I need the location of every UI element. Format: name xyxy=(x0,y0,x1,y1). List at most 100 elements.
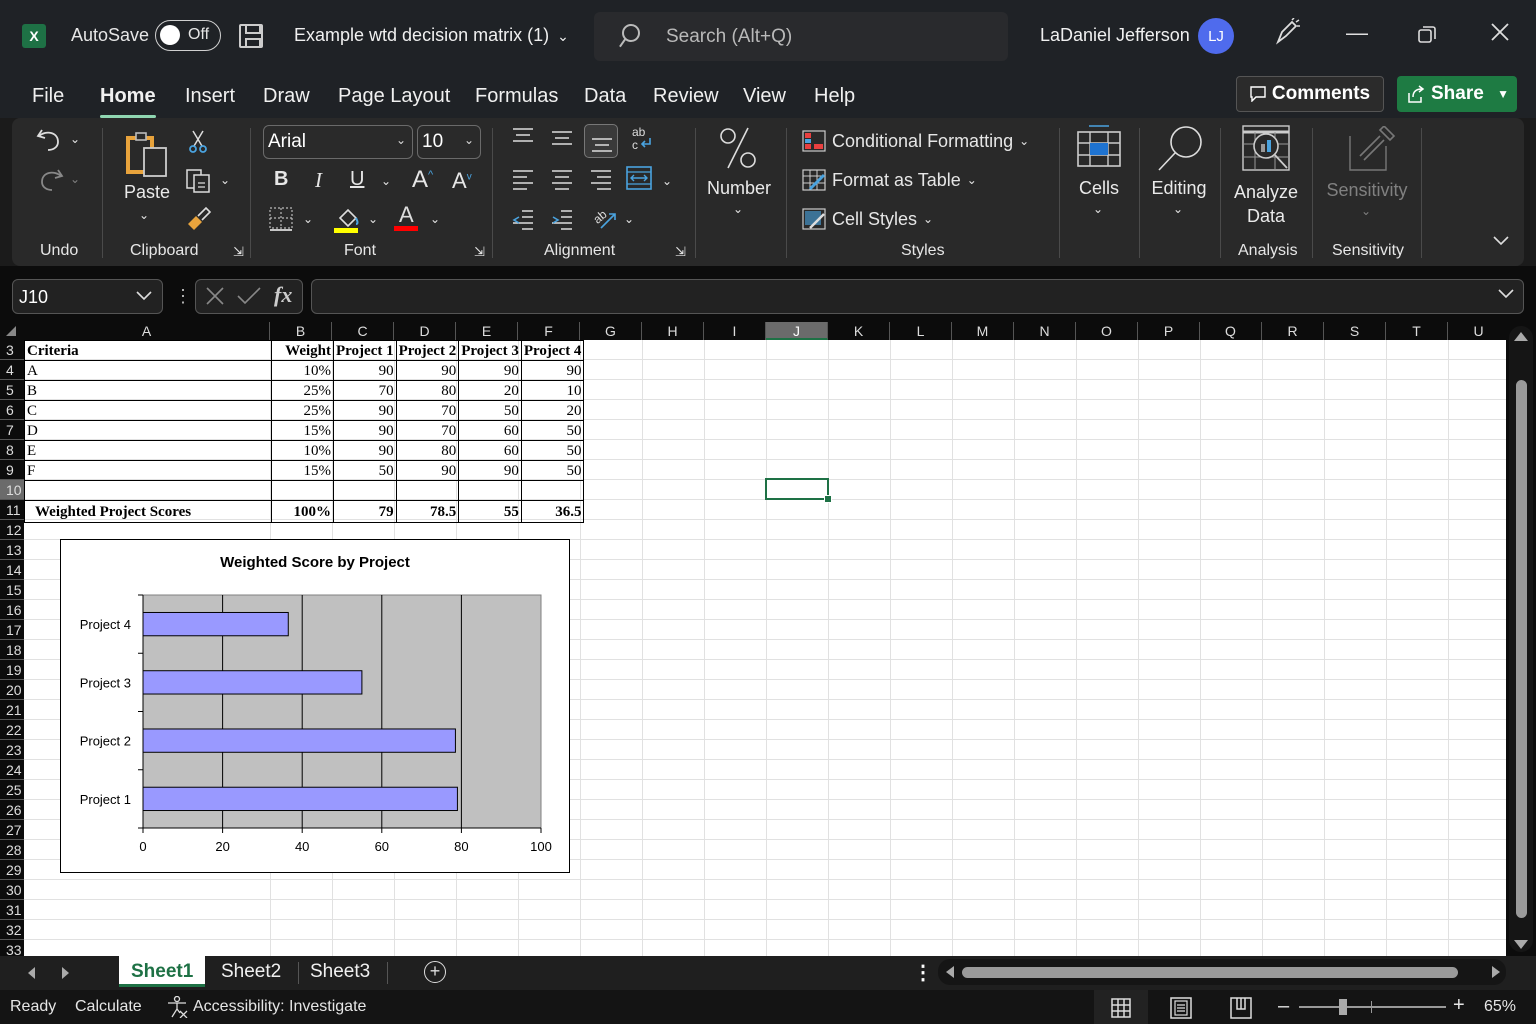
table-cell[interactable]: F xyxy=(24,460,272,481)
row-header-21[interactable]: 21 xyxy=(0,700,24,720)
previous-sheet-icon[interactable] xyxy=(28,967,35,979)
scroll-down-icon[interactable] xyxy=(1514,940,1528,949)
paste-icon[interactable] xyxy=(124,130,172,185)
column-header-a[interactable]: A xyxy=(24,322,270,340)
tab-data[interactable]: Data xyxy=(584,85,626,108)
column-header-d[interactable]: D xyxy=(394,322,456,340)
scroll-right-icon[interactable] xyxy=(1492,966,1500,978)
format-painter-icon[interactable] xyxy=(186,206,212,235)
cancel-icon[interactable] xyxy=(204,285,226,313)
tab-draw[interactable]: Draw xyxy=(263,85,310,108)
tab-insert[interactable]: Insert xyxy=(185,85,235,108)
document-title[interactable]: Example wtd decision matrix (1) ⌄ xyxy=(294,25,569,46)
column-header-m[interactable]: M xyxy=(952,322,1014,340)
redo-icon[interactable] xyxy=(36,166,64,199)
underline-dropdown-icon[interactable]: ⌄ xyxy=(381,174,391,188)
table-cell[interactable]: 90 xyxy=(333,420,397,441)
zoom-in-button[interactable]: + xyxy=(1453,994,1465,1017)
paste-dropdown-icon[interactable]: ⌄ xyxy=(139,208,149,222)
analyze-data-label[interactable]: Analyze Data xyxy=(1232,180,1300,228)
row-header-12[interactable]: 12 xyxy=(0,520,24,540)
autosave-toggle[interactable]: Off xyxy=(155,20,221,51)
font-size-select[interactable]: 10 ⌄ xyxy=(417,125,481,159)
row-header-4[interactable]: 4 xyxy=(0,360,24,380)
pen-icon[interactable] xyxy=(1274,17,1300,52)
zoom-level[interactable]: 65% xyxy=(1484,998,1516,1016)
align-bottom-icon[interactable] xyxy=(584,124,618,158)
save-icon[interactable] xyxy=(239,24,263,48)
table-cell[interactable]: 70 xyxy=(395,400,460,421)
table-cell[interactable]: 50 xyxy=(520,420,585,441)
editing-label[interactable]: Editing xyxy=(1147,178,1211,199)
table-cell[interactable]: Project 2 xyxy=(395,340,460,361)
row-header-6[interactable]: 6 xyxy=(0,400,24,420)
borders-icon[interactable] xyxy=(268,206,294,237)
table-cell[interactable]: 90 xyxy=(458,360,522,381)
table-cell[interactable]: Weighted Project Scores xyxy=(24,500,272,523)
column-header-f[interactable]: F xyxy=(518,322,580,340)
table-cell[interactable]: 90 xyxy=(333,360,397,381)
minimize-icon[interactable]: — xyxy=(1346,20,1368,46)
row-header-27[interactable]: 27 xyxy=(0,820,24,840)
table-cell[interactable]: 80 xyxy=(395,380,460,401)
paste-label[interactable]: Paste xyxy=(122,182,172,203)
underline-icon[interactable]: U xyxy=(350,168,364,191)
column-header-c[interactable]: C xyxy=(332,322,394,340)
restore-icon[interactable] xyxy=(1418,24,1436,50)
table-cell[interactable]: D xyxy=(24,420,272,441)
row-header-22[interactable]: 22 xyxy=(0,720,24,740)
fill-color-icon[interactable] xyxy=(334,206,360,239)
tab-formulas[interactable]: Formulas xyxy=(475,85,558,108)
tab-page-layout[interactable]: Page Layout xyxy=(338,85,450,108)
table-cell[interactable]: 70 xyxy=(395,420,460,441)
chevron-down-icon[interactable]: ▼ xyxy=(1497,87,1509,101)
table-cell[interactable]: 25% xyxy=(271,380,334,401)
table-cell[interactable]: 60 xyxy=(458,440,522,461)
table-cell[interactable]: 20 xyxy=(458,380,522,401)
table-cell[interactable]: 90 xyxy=(333,440,397,461)
table-cell[interactable]: 60 xyxy=(458,420,522,441)
table-cell[interactable]: 100% xyxy=(271,500,334,523)
column-header-r[interactable]: R xyxy=(1262,322,1324,340)
row-header-16[interactable]: 16 xyxy=(0,600,24,620)
page-layout-view-icon[interactable] xyxy=(1170,997,1192,1024)
row-header-18[interactable]: 18 xyxy=(0,640,24,660)
decrease-font-size-icon[interactable]: Av xyxy=(452,168,472,194)
row-header-23[interactable]: 23 xyxy=(0,740,24,760)
row-header-29[interactable]: 29 xyxy=(0,860,24,880)
table-cell[interactable]: Project 4 xyxy=(520,340,585,361)
clipboard-launcher-icon[interactable]: ⇲ xyxy=(233,244,244,260)
table-cell[interactable]: B xyxy=(24,380,272,401)
row-header-19[interactable]: 19 xyxy=(0,660,24,680)
cut-icon[interactable] xyxy=(188,130,208,159)
table-cell[interactable]: 79 xyxy=(333,500,397,523)
table-cell[interactable]: 20 xyxy=(520,400,585,421)
align-middle-icon[interactable] xyxy=(551,128,573,153)
cell-styles-button[interactable]: Cell Styles ⌄ xyxy=(802,208,933,230)
editing-search-icon[interactable] xyxy=(1156,124,1204,177)
select-all-icon[interactable] xyxy=(6,326,16,336)
row-header-14[interactable]: 14 xyxy=(0,560,24,580)
increase-indent-icon[interactable] xyxy=(551,208,573,235)
row-header-3[interactable]: 3 xyxy=(0,340,24,360)
comments-button[interactable]: Comments xyxy=(1236,76,1384,112)
vertical-scrollbar[interactable] xyxy=(1506,322,1536,956)
table-cell[interactable]: 78.5 xyxy=(395,500,460,523)
copy-dropdown-icon[interactable]: ⌄ xyxy=(220,173,230,187)
row-header-11[interactable]: 11 xyxy=(0,500,24,520)
row-header-26[interactable]: 26 xyxy=(0,800,24,820)
column-header-q[interactable]: Q xyxy=(1200,322,1262,340)
column-header-n[interactable]: N xyxy=(1014,322,1076,340)
collapse-ribbon-icon[interactable] xyxy=(1492,234,1510,252)
sheet-tab-sheet1[interactable]: Sheet1 xyxy=(119,956,206,987)
table-cell[interactable] xyxy=(520,480,585,501)
font-color-dropdown-icon[interactable]: ⌄ xyxy=(430,212,440,226)
column-header-g[interactable]: G xyxy=(580,322,642,340)
merge-center-icon[interactable] xyxy=(626,166,652,195)
merge-dropdown-icon[interactable]: ⌄ xyxy=(662,174,672,188)
align-top-icon[interactable] xyxy=(512,126,534,151)
table-cell[interactable]: 90 xyxy=(520,360,585,381)
name-box[interactable]: J10 xyxy=(12,279,163,314)
row-header-30[interactable]: 30 xyxy=(0,880,24,900)
share-button[interactable]: Share ▼ xyxy=(1397,76,1517,112)
